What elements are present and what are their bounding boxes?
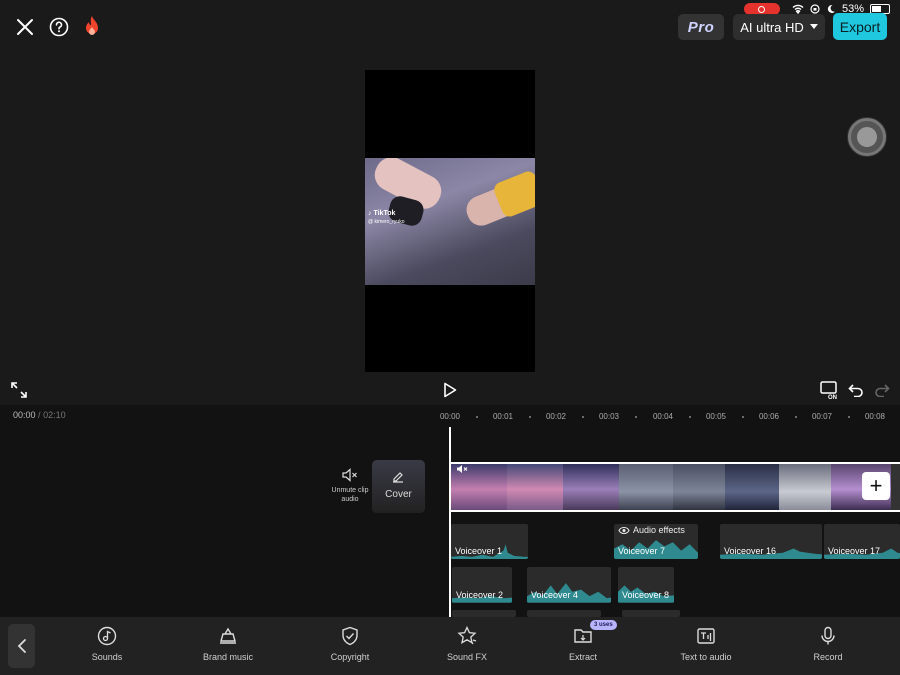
voiceover-label: Voiceover 17 xyxy=(828,546,881,556)
audio-clip-voiceover-8[interactable]: Voiceover 8 xyxy=(618,567,674,603)
pro-button[interactable]: Pro xyxy=(678,14,724,40)
fullscreen-icon[interactable] xyxy=(8,379,30,401)
undo-icon[interactable] xyxy=(845,379,867,401)
time-tick: 00:06 xyxy=(758,412,780,421)
voiceover-label: Voiceover 2 xyxy=(456,590,504,600)
voiceover-label: Voiceover 8 xyxy=(622,590,670,600)
shield-check-icon xyxy=(342,626,358,646)
close-icon[interactable] xyxy=(13,15,37,39)
copyright-button[interactable]: Copyright xyxy=(305,626,395,662)
playhead[interactable] xyxy=(449,427,451,617)
audio-clip-voiceover-4[interactable]: Voiceover 4 xyxy=(527,567,611,603)
brand-music-icon xyxy=(220,627,236,644)
tick-dot xyxy=(742,416,744,418)
cover-button[interactable]: Cover xyxy=(372,460,425,513)
sounds-button[interactable]: Sounds xyxy=(62,626,152,662)
time-tick: 00:04 xyxy=(652,412,674,421)
tick-dot xyxy=(529,416,531,418)
tick-dot xyxy=(848,416,850,418)
unmute-clip-audio-button[interactable]: Unmute clip audio xyxy=(330,468,370,504)
uses-badge: 3 uses xyxy=(590,620,617,630)
audio-effects-icon xyxy=(618,526,630,534)
time-tick: 00:01 xyxy=(492,412,514,421)
add-clip-button[interactable]: + xyxy=(862,472,890,500)
orientation-lock-icon xyxy=(810,4,820,14)
play-icon[interactable] xyxy=(439,379,461,401)
tick-dot xyxy=(795,416,797,418)
svg-text:ON: ON xyxy=(828,395,837,400)
muted-speaker-icon xyxy=(342,468,357,482)
tool-label: Text to audio xyxy=(680,652,732,662)
time-readout: 00:00 / 02:10 xyxy=(13,410,66,420)
wifi-icon xyxy=(792,4,804,14)
tick-dot xyxy=(476,416,478,418)
tick-dot xyxy=(689,416,691,418)
tool-label: Record xyxy=(813,652,843,662)
voiceover-label: Voiceover 1 xyxy=(455,546,503,556)
brand-music-button[interactable]: Brand music xyxy=(183,626,273,662)
tool-label: Extract xyxy=(568,652,597,662)
sound-fx-button[interactable]: Sound FX xyxy=(422,626,512,662)
audio-clip-voiceover-2[interactable]: Voiceover 2 xyxy=(452,567,512,603)
tool-label: Copyright xyxy=(330,652,370,662)
audio-clip-voiceover-1[interactable]: Voiceover 1 xyxy=(451,524,528,559)
floating-assistive-button[interactable] xyxy=(848,118,886,156)
folder-icon xyxy=(574,629,592,643)
fire-icon[interactable] xyxy=(80,14,104,38)
tool-label: Sounds xyxy=(91,652,123,662)
tool-label: Sound FX xyxy=(446,652,488,662)
audio-clip-partial[interactable] xyxy=(622,610,680,617)
voiceover-label: Voiceover 16 xyxy=(724,546,777,556)
export-button[interactable]: Export xyxy=(833,13,887,40)
tiktok-watermark: ♪ TikTok @ kimero_ryuko xyxy=(368,210,405,225)
back-button[interactable] xyxy=(8,624,35,668)
time-tick: 00:05 xyxy=(705,412,727,421)
help-icon[interactable] xyxy=(47,15,71,39)
moon-icon xyxy=(827,4,835,13)
text-to-audio-button[interactable]: Text to audio xyxy=(661,626,751,662)
tiktok-logo-icon: ♪ xyxy=(368,210,372,217)
video-frame: ♪ TikTok @ kimero_ryuko xyxy=(365,158,535,285)
microphone-icon xyxy=(821,626,835,645)
text-to-audio-icon xyxy=(697,628,715,644)
video-preview[interactable]: ♪ TikTok @ kimero_ryuko xyxy=(365,70,535,372)
audio-effects-badge[interactable]: Audio effects xyxy=(618,525,685,535)
time-tick: 00:03 xyxy=(598,412,620,421)
edit-icon xyxy=(393,472,403,483)
redo-icon[interactable] xyxy=(871,379,893,401)
audio-clip-voiceover-16[interactable]: Voiceover 16 xyxy=(720,524,822,559)
time-tick: 00:07 xyxy=(811,412,833,421)
tick-dot xyxy=(635,416,637,418)
unmute-label: Unmute clip audio xyxy=(331,487,369,503)
extract-button[interactable]: Extract xyxy=(538,626,628,662)
track-muted-icon xyxy=(457,465,468,473)
time-tick: 00:08 xyxy=(864,412,886,421)
record-button[interactable]: Record xyxy=(783,626,873,662)
voiceover-label: Voiceover 7 xyxy=(618,546,666,556)
caret-down-icon xyxy=(809,24,818,29)
quality-dropdown[interactable]: AI ultra HD xyxy=(733,14,825,40)
quality-label: AI ultra HD xyxy=(740,19,804,35)
captions-on-icon[interactable]: ON xyxy=(819,379,841,401)
tool-label: Brand music xyxy=(202,652,254,662)
music-note-icon xyxy=(97,626,117,646)
cover-label: Cover xyxy=(385,489,412,500)
time-tick: 00:02 xyxy=(545,412,567,421)
video-clip-track[interactable] xyxy=(451,462,900,512)
audio-clip-voiceover-17[interactable]: Voiceover 17 xyxy=(824,524,900,559)
tick-dot xyxy=(582,416,584,418)
audio-clip-partial[interactable] xyxy=(527,610,601,617)
sound-fx-icon xyxy=(457,626,477,645)
voiceover-label: Voiceover 4 xyxy=(531,590,579,600)
time-tick: 00:00 xyxy=(439,412,461,421)
chevron-left-icon xyxy=(17,639,26,653)
audio-clip-partial[interactable] xyxy=(452,610,516,617)
